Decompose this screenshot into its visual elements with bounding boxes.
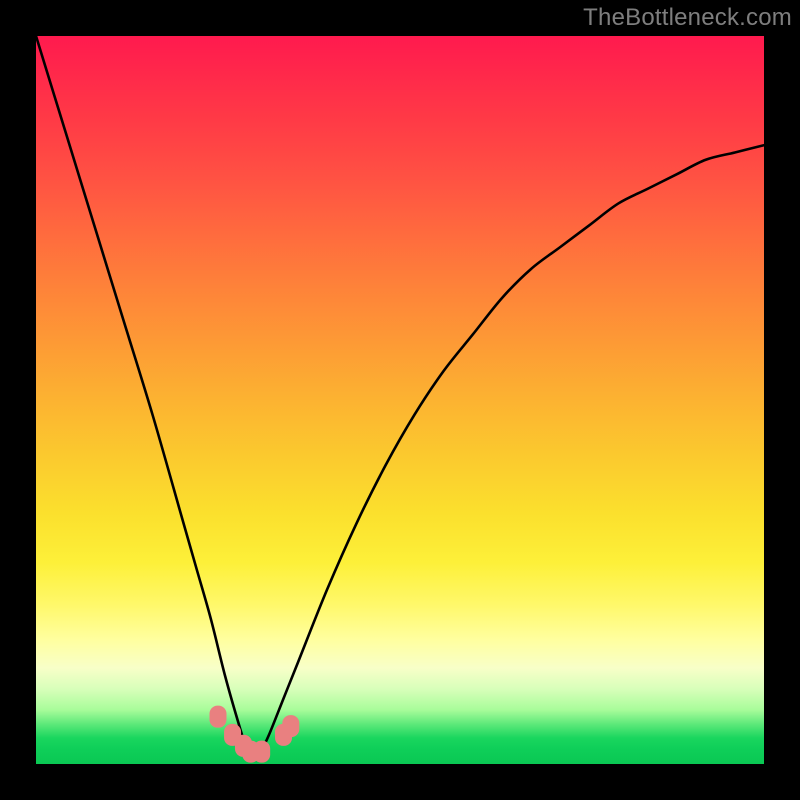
- plot-area: [36, 36, 764, 764]
- marker-point: [253, 741, 270, 763]
- marker-group: [210, 706, 300, 763]
- marker-point: [210, 706, 227, 728]
- watermark-text: TheBottleneck.com: [583, 4, 792, 32]
- chart-container: TheBottleneck.com: [0, 0, 800, 800]
- marker-point: [282, 715, 299, 737]
- marker-layer: [36, 36, 764, 764]
